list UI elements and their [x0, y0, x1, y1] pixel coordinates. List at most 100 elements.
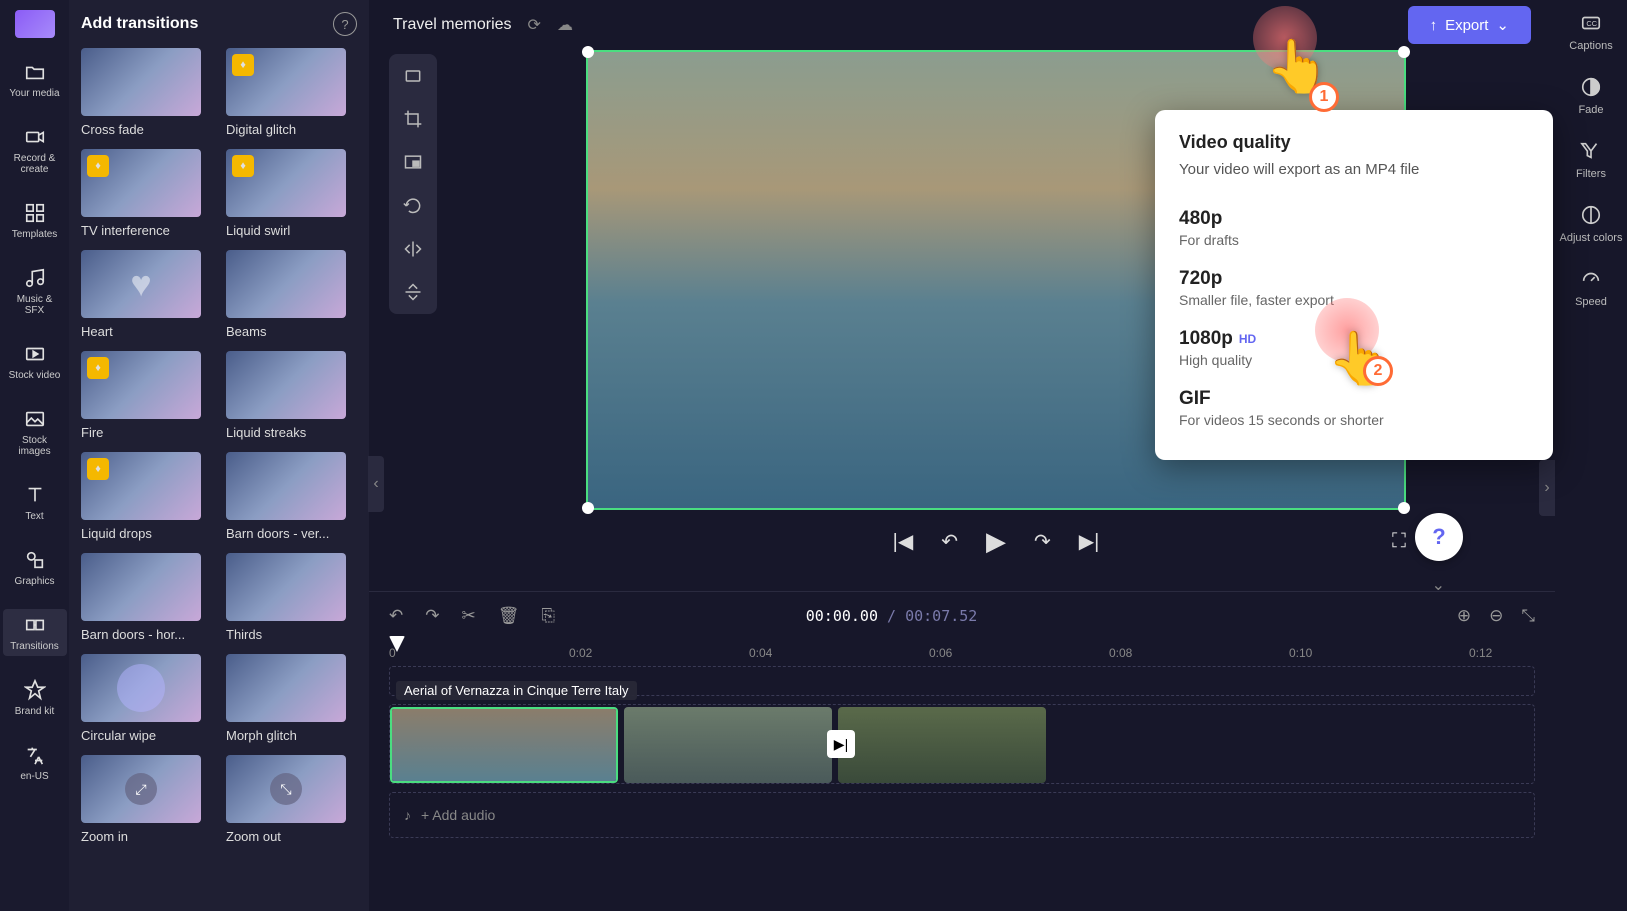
undo-icon[interactable]: ↶ [389, 606, 403, 626]
duplicate-icon[interactable]: ⎘ [541, 606, 555, 626]
main-editor: ‹ Travel memories ⟳ ☁ ↑ Export ⌄ [369, 0, 1555, 911]
tool-fade[interactable]: Fade [1578, 74, 1604, 116]
brand-icon [23, 678, 47, 702]
transition-circular-wipe[interactable]: Circular wipe [81, 654, 212, 743]
crop-icon[interactable] [401, 107, 425, 130]
pip-icon[interactable] [401, 151, 425, 174]
nav-stock-video[interactable]: Stock video [3, 338, 67, 385]
nav-graphics[interactable]: Graphics [3, 544, 67, 591]
track-area: Aerial of Vernazza in Cinque Terre Italy… [369, 666, 1555, 911]
video-track[interactable]: Aerial of Vernazza in Cinque Terre Italy… [389, 704, 1535, 784]
preview-toolbar [389, 54, 437, 314]
transition-zoom-out[interactable]: ⤡Zoom out [226, 755, 357, 844]
skip-prev-icon[interactable]: |◀ [893, 529, 914, 554]
nav-stock-images[interactable]: Stock images [3, 403, 67, 461]
fullscreen-icon[interactable]: ⛶ [1392, 530, 1406, 553]
quality-option-720p[interactable]: 720p Smaller file, faster export [1179, 258, 1529, 318]
transition-morph-glitch[interactable]: Morph glitch [226, 654, 357, 743]
collapse-right-panel-button[interactable]: › [1539, 460, 1555, 516]
captions-icon: CC [1578, 10, 1604, 36]
transition-fire[interactable]: ♦Fire [81, 351, 212, 440]
flip-h-icon[interactable] [401, 237, 425, 260]
delete-icon[interactable]: 🗑 [498, 606, 520, 626]
right-tools-rail: CCCaptions Fade Filters Adjust colors Sp… [1555, 0, 1627, 911]
nav-your-media[interactable]: Your media [3, 56, 67, 103]
zoom-fit-icon[interactable]: ⤡ [1521, 606, 1535, 626]
split-icon[interactable]: ✂ [462, 606, 476, 626]
nav-record-create[interactable]: Record & create [3, 121, 67, 179]
nav-text[interactable]: Text [3, 479, 67, 526]
video-clip-3[interactable] [838, 707, 1046, 783]
camera-icon [23, 125, 47, 149]
fade-icon [1578, 74, 1604, 100]
tool-filters[interactable]: Filters [1576, 138, 1606, 180]
play-icon[interactable]: ▶ [986, 526, 1006, 557]
transition-heart[interactable]: Heart [81, 250, 212, 339]
resize-handle[interactable] [582, 502, 594, 514]
resize-handle[interactable] [582, 46, 594, 58]
app-logo[interactable] [15, 10, 55, 38]
transition-marker-icon[interactable]: ▶| [827, 730, 855, 758]
image-icon [23, 407, 47, 431]
left-nav-rail: Your media Record & create Templates Mus… [0, 0, 69, 911]
fit-icon[interactable] [401, 64, 425, 87]
transition-thirds[interactable]: Thirds [226, 553, 357, 642]
transition-liquid-swirl[interactable]: ♦Liquid swirl [226, 149, 357, 238]
video-clip-1[interactable] [390, 707, 618, 783]
premium-badge-icon: ♦ [87, 357, 109, 379]
rotate-icon[interactable] [401, 194, 425, 217]
transition-beams[interactable]: Beams [226, 250, 357, 339]
resize-handle[interactable] [1398, 46, 1410, 58]
preview-section: |◀ ↶ ▶ ↷ ▶| ⛶ Video quality Your video w… [369, 50, 1555, 591]
collapse-timeline-icon[interactable]: ⌄ [1432, 575, 1445, 595]
nav-music-sfx[interactable]: Music & SFX [3, 262, 67, 320]
filters-icon [1578, 138, 1604, 164]
export-button[interactable]: ↑ Export ⌄ [1408, 6, 1531, 44]
premium-badge-icon: ♦ [232, 54, 254, 76]
quality-option-1080p[interactable]: 1080pHD High quality [1179, 318, 1529, 378]
quality-option-gif[interactable]: GIF For videos 15 seconds or shorter [1179, 378, 1529, 438]
music-note-icon: ♪ [404, 807, 411, 823]
transition-cross-fade[interactable]: Cross fade [81, 48, 212, 137]
resize-handle[interactable] [1398, 502, 1410, 514]
audio-track[interactable]: ♪ + Add audio [389, 792, 1535, 838]
timeline-toolbar: ↶ ↷ ✂ 🗑 ⎘ 00:00.00 / 00:07.52 ⊕ ⊖ ⤡ [369, 592, 1555, 640]
video-clip-2[interactable] [624, 707, 832, 783]
video-icon [23, 342, 47, 366]
flip-v-icon[interactable] [401, 281, 425, 304]
tool-adjust-colors[interactable]: Adjust colors [1560, 202, 1623, 244]
transition-liquid-streaks[interactable]: Liquid streaks [226, 351, 357, 440]
transition-liquid-drops[interactable]: ♦Liquid drops [81, 452, 212, 541]
transition-digital-glitch[interactable]: ♦Digital glitch [226, 48, 357, 137]
folder-icon [23, 60, 47, 84]
zoom-out-icon[interactable]: ⊖ [1489, 606, 1503, 626]
transitions-grid: Cross fade ♦Digital glitch ♦TV interfere… [81, 48, 357, 844]
premium-badge-icon: ♦ [232, 155, 254, 177]
language-icon [23, 743, 47, 767]
transition-zoom-in[interactable]: ⤢Zoom in [81, 755, 212, 844]
transition-barn-doors-hor[interactable]: Barn doors - hor... [81, 553, 212, 642]
nav-templates[interactable]: Templates [3, 197, 67, 244]
rewind-5-icon[interactable]: ↶ [941, 529, 958, 554]
skip-next-icon[interactable]: ▶| [1079, 529, 1100, 554]
top-bar: Travel memories ⟳ ☁ ↑ Export ⌄ [369, 0, 1555, 50]
transition-barn-doors-ver[interactable]: Barn doors - ver... [226, 452, 357, 541]
clip-label: Aerial of Vernazza in Cinque Terre Italy [396, 681, 637, 700]
help-icon[interactable]: ? [333, 12, 357, 36]
tool-speed[interactable]: Speed [1575, 266, 1607, 308]
quality-option-480p[interactable]: 480p For drafts [1179, 198, 1529, 258]
svg-text:CC: CC [1586, 19, 1597, 28]
nav-transitions[interactable]: Transitions [3, 609, 67, 656]
zoom-in-icon[interactable]: ⊕ [1457, 606, 1471, 626]
redo-icon[interactable]: ↷ [425, 606, 439, 626]
nav-language[interactable]: en-US [3, 739, 67, 786]
timeline-ruler[interactable]: 0 0:02 0:04 0:06 0:08 0:10 0:12 [369, 640, 1555, 666]
tool-captions[interactable]: CCCaptions [1569, 10, 1612, 52]
export-quality-popup: Video quality Your video will export as … [1155, 110, 1553, 460]
nav-brand-kit[interactable]: Brand kit [3, 674, 67, 721]
premium-badge-icon: ♦ [87, 155, 109, 177]
help-button[interactable]: ? [1415, 513, 1463, 561]
project-title[interactable]: Travel memories ⟳ ☁ [393, 15, 573, 35]
transition-tv-interference[interactable]: ♦TV interference [81, 149, 212, 238]
forward-5-icon[interactable]: ↷ [1034, 529, 1051, 554]
